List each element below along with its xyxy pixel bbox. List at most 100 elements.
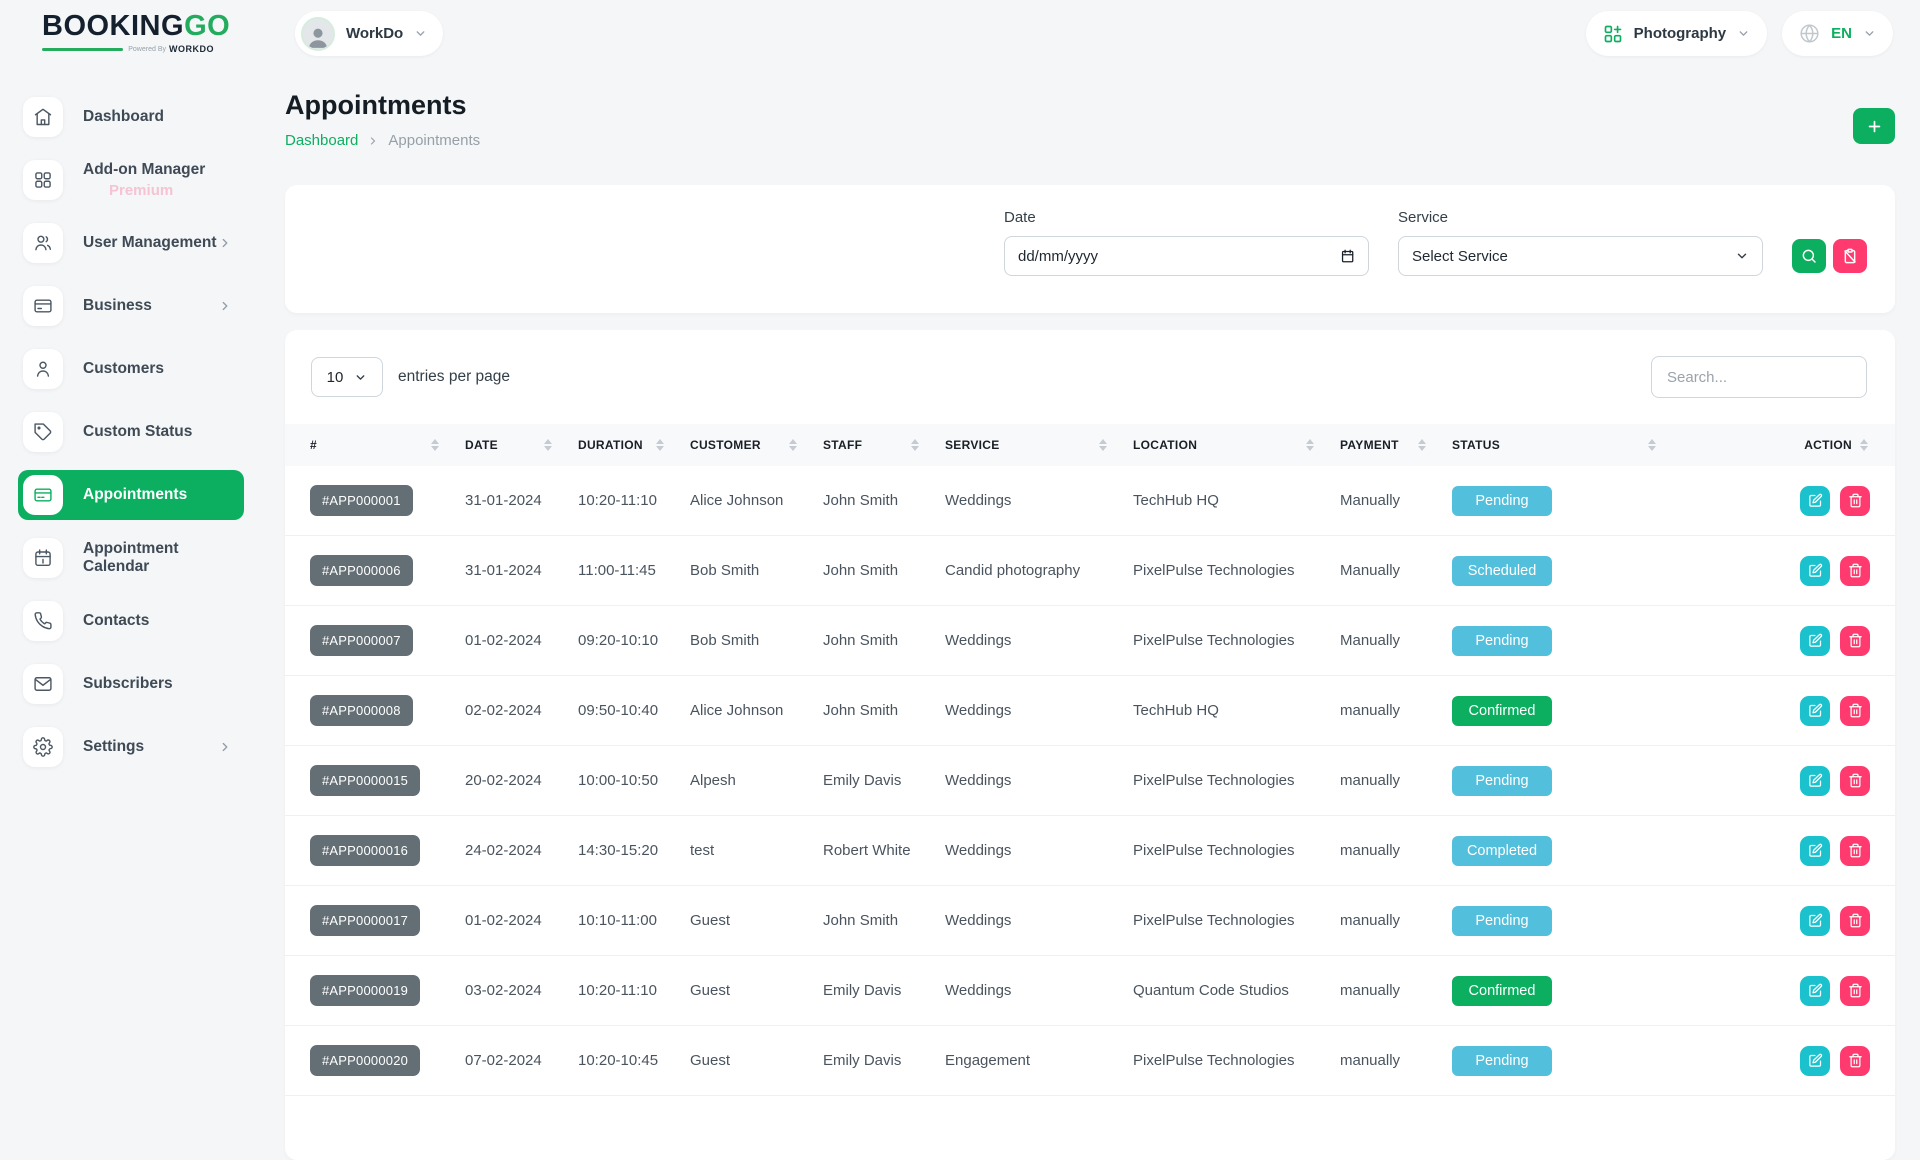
breadcrumb-dashboard-link[interactable]: Dashboard	[285, 132, 358, 149]
cell-customer: Alice Johnson	[690, 492, 823, 509]
sidebar-item-icon-box	[23, 160, 63, 200]
delete-button[interactable]	[1840, 766, 1870, 796]
grid-icon	[33, 170, 53, 190]
edit-button[interactable]	[1800, 486, 1830, 516]
cell-duration: 10:00-10:50	[578, 772, 690, 789]
column-header-customer[interactable]: CUSTOMER	[690, 438, 823, 452]
sidebar-item-icon-box	[23, 727, 63, 767]
sort-icon[interactable]	[544, 439, 552, 451]
cell-service: Weddings	[945, 842, 1133, 859]
sidebar-item-customers[interactable]: Customers	[18, 344, 244, 394]
sidebar-item-appointment-calendar[interactable]: Appointment Calendar	[18, 533, 244, 583]
delete-button[interactable]	[1840, 626, 1870, 656]
edit-button[interactable]	[1800, 556, 1830, 586]
language-selector[interactable]: EN	[1782, 11, 1893, 56]
sidebar-item-contacts[interactable]: Contacts	[18, 596, 244, 646]
sort-icon[interactable]	[1099, 439, 1107, 451]
delete-button[interactable]	[1840, 836, 1870, 866]
edit-icon	[1808, 633, 1823, 648]
edit-button[interactable]	[1800, 626, 1830, 656]
cell-staff: John Smith	[823, 702, 945, 719]
sidebar-item-user-management[interactable]: User Management	[18, 218, 244, 268]
sort-icon[interactable]	[789, 439, 797, 451]
sort-icon[interactable]	[1648, 439, 1656, 451]
column-header-id[interactable]: #	[310, 438, 465, 452]
sidebar-item-subscribers[interactable]: Subscribers	[18, 659, 244, 709]
appointment-id-badge: #APP0000016	[310, 835, 420, 866]
column-header-duration[interactable]: DURATION	[578, 438, 690, 452]
cell-customer: Alice Johnson	[690, 702, 823, 719]
delete-button[interactable]	[1840, 906, 1870, 936]
module-label: Photography	[1634, 25, 1727, 42]
column-header-staff[interactable]: STAFF	[823, 438, 945, 452]
edit-icon	[1808, 563, 1823, 578]
sidebar-item-label: Contacts	[83, 612, 149, 630]
cell-location: PixelPulse Technologies	[1133, 562, 1340, 579]
column-header-service[interactable]: SERVICE	[945, 438, 1133, 452]
sort-icon[interactable]	[431, 439, 439, 451]
column-header-date[interactable]: DATE	[465, 438, 578, 452]
cell-duration: 10:20-10:45	[578, 1052, 690, 1069]
date-input[interactable]	[1004, 236, 1369, 276]
sidebar-item-business[interactable]: Business	[18, 281, 244, 331]
sidebar-item-custom-status[interactable]: Custom Status	[18, 407, 244, 457]
column-header-status[interactable]: STATUS	[1452, 438, 1682, 452]
appointments-table-card: 10 entries per page #DATEDURATIONCUSTOME…	[285, 330, 1895, 1160]
filter-reset-button[interactable]	[1833, 239, 1867, 273]
breadcrumb: Dashboard Appointments	[285, 132, 1895, 149]
delete-button[interactable]	[1840, 556, 1870, 586]
edit-button[interactable]	[1800, 696, 1830, 726]
table-search-input[interactable]	[1651, 356, 1867, 398]
status-badge: Completed	[1452, 836, 1552, 866]
cell-date: 07-02-2024	[465, 1052, 578, 1069]
calendar-icon[interactable]	[1340, 248, 1355, 264]
delete-button[interactable]	[1840, 696, 1870, 726]
module-selector[interactable]: Photography	[1586, 11, 1768, 56]
breadcrumb-current: Appointments	[388, 132, 480, 149]
cell-payment: manually	[1340, 912, 1452, 929]
edit-button[interactable]	[1800, 976, 1830, 1006]
date-input-value[interactable]	[1018, 248, 1340, 265]
trash-icon	[1848, 703, 1863, 718]
status-badge: Pending	[1452, 766, 1552, 796]
sort-icon[interactable]	[1306, 439, 1314, 451]
service-select[interactable]: Select Service	[1398, 236, 1763, 276]
sort-icon[interactable]	[1860, 439, 1868, 451]
calendar-icon	[33, 548, 53, 568]
cell-customer: Guest	[690, 1052, 823, 1069]
cell-service: Weddings	[945, 912, 1133, 929]
delete-button[interactable]	[1840, 1046, 1870, 1076]
sidebar-item-settings[interactable]: Settings	[18, 722, 244, 772]
column-header-location[interactable]: LOCATION	[1133, 438, 1340, 452]
trash-icon	[1848, 493, 1863, 508]
workspace-switcher[interactable]: WorkDo	[295, 11, 443, 56]
sidebar: Dashboard Add-on Manager Premium User Ma…	[0, 70, 285, 772]
cell-payment: manually	[1340, 702, 1452, 719]
sort-icon[interactable]	[911, 439, 919, 451]
sort-icon[interactable]	[1418, 439, 1426, 451]
entries-per-page-select[interactable]: 10	[311, 357, 383, 397]
edit-button[interactable]	[1800, 1046, 1830, 1076]
table-body: #APP000001 31-01-2024 10:20-11:10 Alice …	[285, 466, 1895, 1096]
add-appointment-button[interactable]	[1853, 108, 1895, 144]
delete-button[interactable]	[1840, 486, 1870, 516]
edit-button[interactable]	[1800, 766, 1830, 796]
sidebar-item-dashboard[interactable]: Dashboard	[18, 92, 244, 142]
cell-date: 31-01-2024	[465, 562, 578, 579]
sidebar-item-appointments[interactable]: Appointments	[18, 470, 244, 520]
cell-staff: John Smith	[823, 562, 945, 579]
sidebar-item-addon-manager[interactable]: Add-on Manager Premium	[18, 155, 244, 205]
edit-button[interactable]	[1800, 906, 1830, 936]
trash-icon	[1848, 633, 1863, 648]
filter-search-button[interactable]	[1792, 239, 1826, 273]
column-header-payment[interactable]: PAYMENT	[1340, 438, 1452, 452]
sidebar-item-icon-box	[23, 664, 63, 704]
sidebar-item-label: Settings	[83, 738, 144, 756]
logo-underline	[42, 48, 123, 51]
cell-duration: 11:00-11:45	[578, 562, 690, 579]
delete-button[interactable]	[1840, 976, 1870, 1006]
sort-icon[interactable]	[656, 439, 664, 451]
column-header-action[interactable]: ACTION	[1682, 438, 1870, 452]
edit-button[interactable]	[1800, 836, 1830, 866]
powered-by-label: Powered By	[128, 46, 166, 53]
